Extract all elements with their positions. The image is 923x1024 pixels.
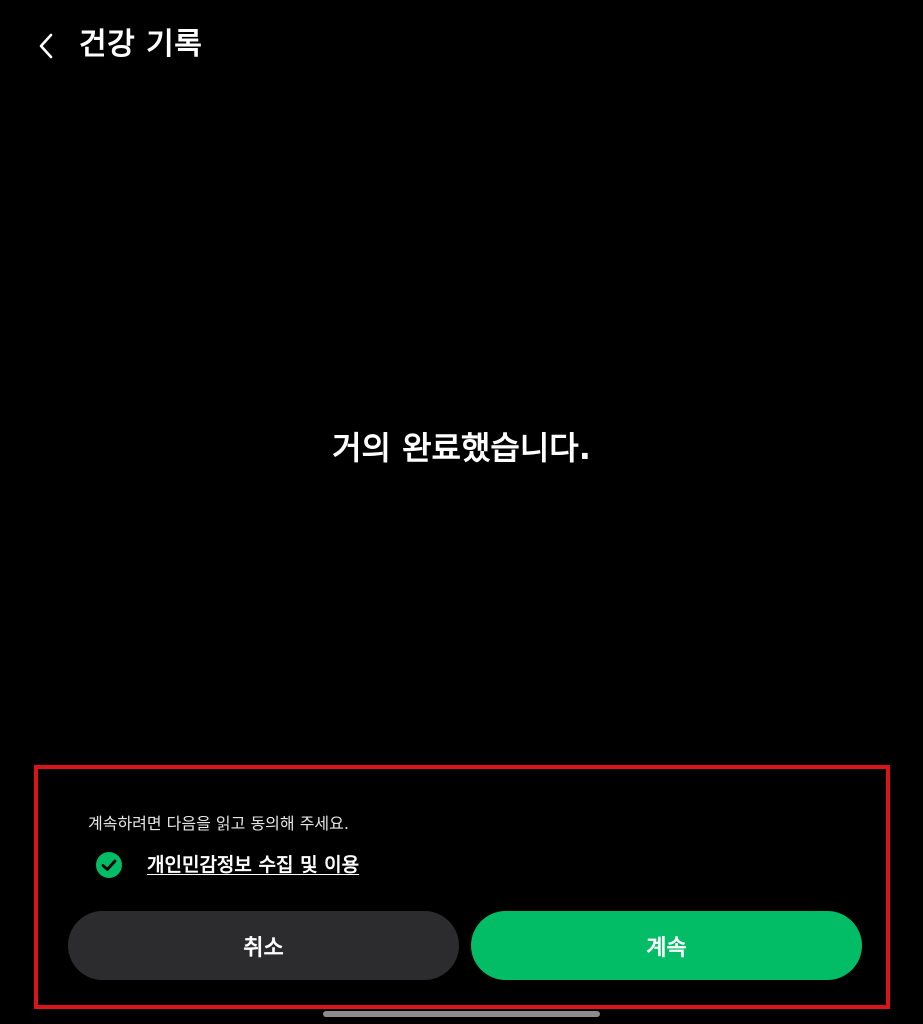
cancel-button[interactable]: 취소 bbox=[68, 911, 459, 980]
page-title: 건강 기록 bbox=[79, 27, 203, 62]
back-button[interactable] bbox=[26, 26, 66, 66]
consent-panel: 계속하려면 다음을 읽고 동의해 주세요. 개인민감정보 수집 및 이용 취소 … bbox=[34, 765, 890, 1009]
health-record-page: 건강 기록 거의 완료했습니다. 계속하려면 다음을 읽고 동의해 주세요. 개… bbox=[0, 0, 923, 1024]
chevron-left-icon bbox=[39, 33, 53, 59]
consent-item-link[interactable]: 개인민감정보 수집 및 이용 bbox=[147, 852, 359, 878]
consent-item-sensitive-info[interactable]: 개인민감정보 수집 및 이용 bbox=[95, 850, 359, 880]
consent-instruction: 계속하려면 다음을 읽고 동의해 주세요. bbox=[88, 814, 349, 833]
app-header: 건강 기록 bbox=[0, 0, 923, 90]
completion-message: 거의 완료했습니다. bbox=[332, 429, 591, 467]
home-indicator[interactable] bbox=[323, 1011, 600, 1017]
check-circle-icon[interactable] bbox=[95, 851, 123, 879]
continue-button[interactable]: 계속 bbox=[471, 911, 862, 980]
